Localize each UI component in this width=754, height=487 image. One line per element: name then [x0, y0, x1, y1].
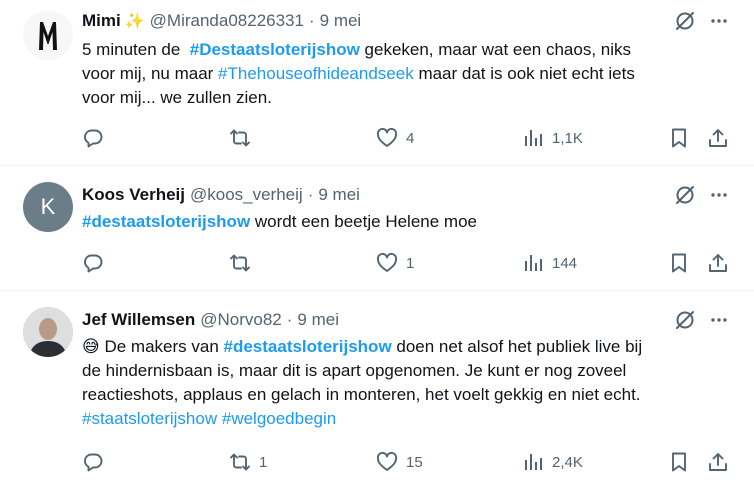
grok-icon[interactable]: [672, 307, 698, 333]
bookmark-button[interactable]: [668, 449, 690, 475]
separator: ·: [307, 185, 314, 204]
tweet-1[interactable]: Mimi ✨ @Miranda08226331 · 9 mei 5 minute…: [0, 0, 754, 166]
repost-button[interactable]: 1: [229, 449, 267, 475]
grok-icon[interactable]: [672, 182, 698, 208]
more-options-icon[interactable]: [706, 307, 732, 333]
repost-button[interactable]: [229, 125, 259, 151]
view-count: 1,1K: [552, 129, 583, 147]
view-count: 144: [552, 254, 578, 272]
more-options-icon[interactable]: [706, 8, 732, 34]
views-button[interactable]: 2,4K: [522, 449, 583, 475]
more-options-icon[interactable]: [706, 182, 732, 208]
sweat-smile-emoji: 😅: [82, 337, 100, 356]
separator: ·: [286, 310, 293, 329]
repost-count: 1: [259, 453, 268, 471]
author-name[interactable]: Koos Verheij: [82, 185, 185, 205]
bookmark-icon: [672, 128, 686, 148]
like-button[interactable]: 15: [376, 449, 423, 475]
reply-icon: [84, 254, 103, 273]
hashtag-link[interactable]: #destaatsloterijshow: [224, 337, 392, 356]
reply-button[interactable]: [82, 125, 112, 151]
repost-icon: [230, 254, 250, 272]
share-icon: [709, 129, 727, 147]
author-handle[interactable]: @koos_verheij: [190, 185, 303, 205]
like-button[interactable]: 4: [376, 125, 414, 151]
bookmark-button[interactable]: [668, 125, 690, 151]
reply-button[interactable]: [82, 250, 112, 276]
tweet-text: 5 minuten de #Destaatsloterijshow gekeke…: [82, 38, 742, 110]
hashtag-link[interactable]: #destaatsloterijshow: [82, 212, 250, 231]
heart-icon: [376, 252, 398, 272]
tweet-date[interactable]: 9 mei: [297, 310, 339, 330]
like-count: 15: [406, 453, 423, 471]
bookmark-button[interactable]: [668, 250, 690, 276]
bookmark-icon: [672, 253, 686, 273]
reply-icon: [84, 453, 103, 472]
heart-icon: [376, 451, 398, 471]
grok-icon[interactable]: [672, 8, 698, 34]
views-icon: [525, 255, 542, 271]
avatar[interactable]: K: [23, 182, 73, 232]
views-button[interactable]: 144: [522, 250, 577, 276]
share-icon: [709, 453, 727, 471]
hashtag-link[interactable]: #Thehouseofhideandseek: [218, 64, 414, 83]
author-name[interactable]: Jef Willemsen: [82, 310, 195, 330]
reply-icon: [84, 129, 103, 148]
like-count: 1: [406, 254, 415, 272]
reply-button[interactable]: [82, 449, 112, 475]
tweet-text: #destaatsloterijshow wordt een beetje He…: [82, 210, 742, 234]
tweet-date[interactable]: 9 mei: [318, 185, 360, 205]
bookmark-icon: [672, 452, 686, 472]
separator: ·: [308, 11, 315, 30]
views-icon: [525, 130, 542, 146]
view-count: 2,4K: [552, 453, 583, 471]
repost-icon: [230, 453, 250, 471]
share-button[interactable]: [707, 125, 729, 151]
share-button[interactable]: [707, 250, 729, 276]
views-icon: [525, 454, 542, 470]
avatar-letter: K: [40, 194, 56, 219]
hashtag-link[interactable]: #staatsloterijshow: [82, 409, 217, 428]
text-segment: De makers van: [99, 337, 224, 356]
like-button[interactable]: 1: [376, 250, 414, 276]
author-handle[interactable]: @Norvo82: [200, 310, 282, 330]
share-icon: [709, 254, 727, 272]
tweet-text: 😅 De makers van #destaatsloterijshow doe…: [82, 335, 742, 431]
text-segment: wordt een beetje Helene moe: [250, 212, 477, 231]
avatar[interactable]: [23, 307, 73, 357]
author-handle[interactable]: @Miranda08226331: [150, 11, 304, 31]
share-button[interactable]: [707, 449, 729, 475]
sparkles-emoji: ✨: [124, 13, 145, 30]
avatar[interactable]: [23, 10, 73, 60]
tweet-3[interactable]: Jef Willemsen @Norvo82 · 9 mei 😅 De make…: [0, 291, 754, 487]
tweet-date[interactable]: 9 mei: [320, 11, 362, 31]
like-count: 4: [406, 129, 415, 147]
views-button[interactable]: 1,1K: [522, 125, 583, 151]
hashtag-link[interactable]: #Destaatsloterijshow: [190, 40, 360, 59]
hashtag-link[interactable]: #welgoedbegin: [222, 409, 336, 428]
repost-button[interactable]: [229, 250, 259, 276]
text-segment: 5 minuten de: [82, 40, 190, 59]
heart-icon: [376, 127, 398, 147]
tweet-2[interactable]: K Koos Verheij @koos_verheij · 9 mei #de…: [0, 166, 754, 291]
repost-icon: [230, 129, 250, 147]
author-name[interactable]: Mimi: [82, 11, 121, 31]
